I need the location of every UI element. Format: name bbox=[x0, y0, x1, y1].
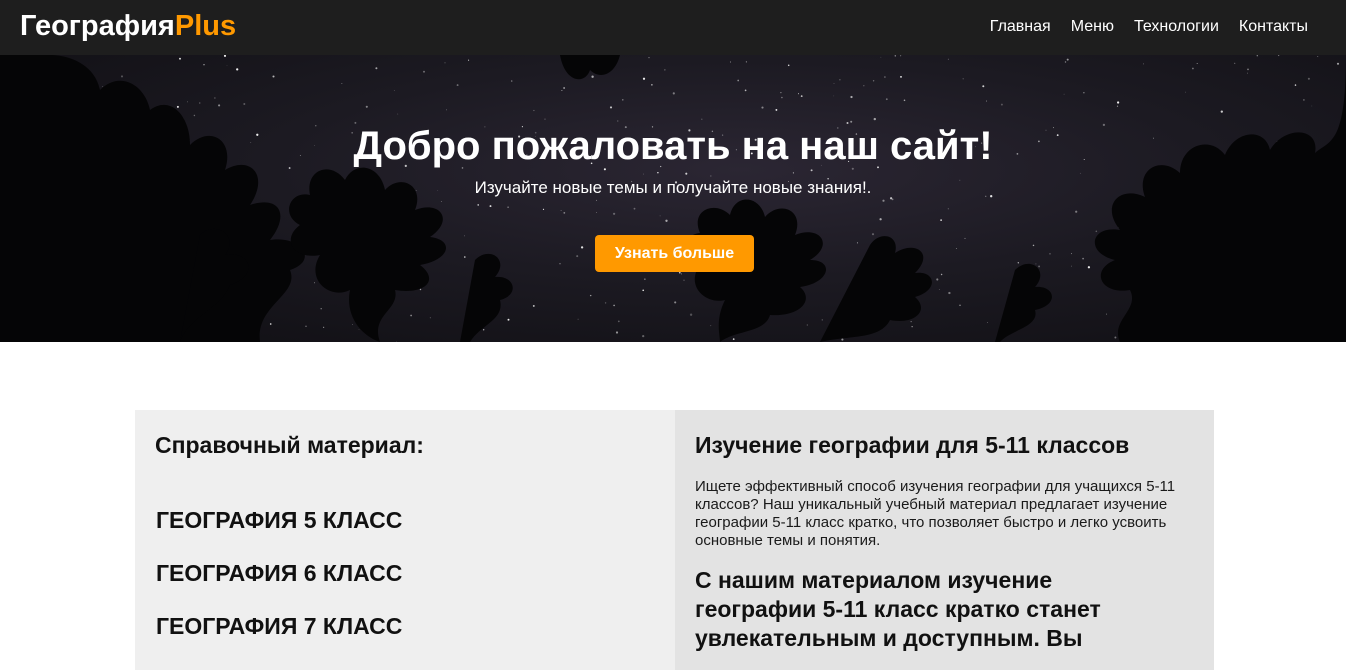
study-heading: Изучение географии для 5-11 классов bbox=[695, 432, 1130, 458]
nav-menu: Главная Меню Технологии Контакты bbox=[990, 17, 1308, 37]
reference-heading: Справочный материал: bbox=[155, 432, 424, 458]
navbar: ГеографияPlus Главная Меню Технологии Ко… bbox=[0, 0, 1346, 55]
hero-subtitle: Изучайте новые темы и получайте новые зн… bbox=[474, 178, 872, 197]
nav-link-technologies[interactable]: Технологии bbox=[1134, 17, 1219, 37]
study-panel: Изучение географии для 5-11 классов Ищет… bbox=[675, 410, 1214, 670]
logo-main-text: География bbox=[20, 10, 175, 42]
learn-more-button[interactable]: Узнать больше bbox=[595, 235, 754, 272]
study-subheading: С нашим материалом изучение географии 5-… bbox=[695, 567, 1101, 651]
logo-accent-text: Plus bbox=[174, 10, 237, 42]
nav-link-contacts[interactable]: Контакты bbox=[1239, 17, 1308, 37]
hero-banner: Добро пожаловать на наш сайт! Изучайте н… bbox=[0, 55, 1346, 342]
nav-link-home[interactable]: Главная bbox=[990, 17, 1051, 37]
site-logo[interactable]: ГеографияPlus bbox=[20, 9, 236, 43]
nav-link-menu[interactable]: Меню bbox=[1071, 17, 1114, 37]
hero-title: Добро пожаловать на наш сайт! bbox=[353, 124, 993, 168]
reference-panel: Справочный материал: ГЕОГРАФИЯ 5 КЛАСС Г… bbox=[135, 410, 675, 670]
study-paragraph: Ищете эффективный способ изучения геогра… bbox=[695, 478, 1176, 549]
grade-6-link[interactable]: ГЕОГРАФИЯ 6 КЛАСС bbox=[156, 559, 402, 587]
grade-5-link[interactable]: ГЕОГРАФИЯ 5 КЛАСС bbox=[156, 506, 402, 534]
